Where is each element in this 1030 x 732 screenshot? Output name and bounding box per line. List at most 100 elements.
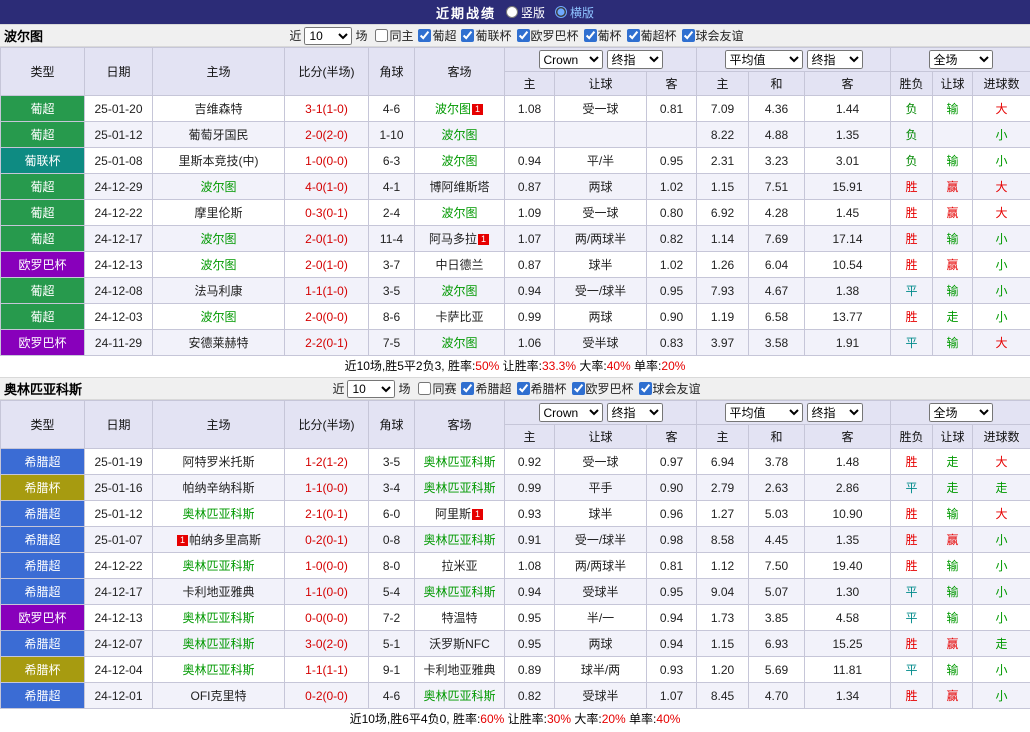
same-filter[interactable]: 同主 — [370, 27, 413, 44]
avg-draw: 4.36 — [749, 96, 805, 122]
league-filter[interactable]: 希腊超 — [456, 380, 511, 397]
match-date: 25-01-12 — [85, 501, 153, 527]
league-filter[interactable]: 葡超杯 — [622, 27, 677, 44]
same-checkbox[interactable] — [418, 382, 431, 395]
match-type: 希腊超 — [1, 527, 85, 553]
match-row: 希腊超24-12-17卡利地亚雅典1-1(0-0)5-4奥林匹亚科斯0.94受球… — [1, 579, 1030, 605]
average-group-header: 平均值终指 — [697, 48, 891, 72]
top-bar: 近期战绩 竖版 横版 — [0, 0, 1030, 24]
league-filter[interactable]: 希腊杯 — [512, 380, 567, 397]
col-avg-draw: 和 — [749, 425, 805, 449]
final-odds-select[interactable]: 终指 — [607, 50, 663, 69]
away-team-cell: 博阿维斯塔 — [415, 174, 505, 200]
handicap-result-cell — [933, 122, 973, 148]
summary-stat-value: 33.3% — [542, 359, 576, 373]
result-cell: 胜 — [891, 304, 933, 330]
league-checkbox[interactable] — [572, 382, 585, 395]
home-team-cell: 1帕纳多里高斯 — [153, 527, 285, 553]
handicap-result-cell: 输 — [933, 96, 973, 122]
away-team-cell: 卡萨比亚 — [415, 304, 505, 330]
layout-vertical-option[interactable]: 竖版 — [506, 4, 545, 21]
team-label: 奥林匹亚科斯 — [182, 507, 254, 521]
away-team-cell: 波尔图 — [415, 330, 505, 356]
final-odds-select-2[interactable]: 终指 — [807, 50, 863, 69]
result-cell: 负 — [891, 148, 933, 174]
bookmaker-select[interactable]: Crown — [539, 403, 603, 422]
league-checkbox[interactable] — [627, 29, 640, 42]
league-filter[interactable]: 欧罗巴杯 — [567, 380, 634, 397]
odds-handicap: 半/一 — [555, 605, 647, 631]
avg-away: 4.58 — [805, 605, 891, 631]
layout-horizontal-option[interactable]: 横版 — [555, 4, 594, 21]
recent-count-select[interactable]: 10 — [304, 27, 352, 45]
team-name: 波尔图 — [4, 26, 43, 45]
league-filter[interactable]: 葡联杯 — [456, 27, 511, 44]
away-team-cell: 奥林匹亚科斯 — [415, 579, 505, 605]
average-select[interactable]: 平均值 — [725, 50, 803, 69]
odds-group-header: Crown终指 — [505, 48, 697, 72]
league-checkbox[interactable] — [517, 29, 530, 42]
goals-result-cell: 大 — [973, 200, 1030, 226]
avg-away: 1.91 — [805, 330, 891, 356]
fulltime-group-header: 全场 — [891, 401, 1030, 425]
result-cell: 平 — [891, 278, 933, 304]
col-odds-home: 主 — [505, 72, 555, 96]
odds-away: 0.90 — [647, 475, 697, 501]
layout-vertical-radio[interactable] — [506, 6, 518, 18]
league-checkbox[interactable] — [517, 382, 530, 395]
match-score: 0-0(0-0) — [285, 605, 369, 631]
result-cell: 平 — [891, 657, 933, 683]
fulltime-select[interactable]: 全场 — [929, 50, 993, 69]
team-section-olympiacos: 奥林匹亚科斯 近 10 场 同赛 希腊超希腊杯欧罗巴杯球会友谊 类型 日期 主场… — [0, 377, 1030, 730]
odds-home: 0.91 — [505, 527, 555, 553]
league-filters: 葡超葡联杯欧罗巴杯葡杯葡超杯球会友谊 — [413, 27, 743, 45]
league-checkbox[interactable] — [584, 29, 597, 42]
match-row: 葡超24-12-29波尔图4-0(1-0)4-1博阿维斯塔0.87两球1.021… — [1, 174, 1030, 200]
average-select[interactable]: 平均值 — [725, 403, 803, 422]
corner-score: 9-1 — [369, 657, 415, 683]
layout-horizontal-radio[interactable] — [555, 6, 567, 18]
team-label: 奥林匹亚科斯 — [423, 689, 495, 703]
final-odds-select[interactable]: 终指 — [607, 403, 663, 422]
team-label: 拉米亚 — [441, 559, 477, 573]
bookmaker-select[interactable]: Crown — [539, 50, 603, 69]
league-checkbox[interactable] — [461, 29, 474, 42]
summary-stat-value: 20% — [602, 712, 626, 726]
recent-count-select[interactable]: 10 — [347, 380, 395, 398]
league-filter[interactable]: 欧罗巴杯 — [512, 27, 579, 44]
league-filter[interactable]: 球会友谊 — [634, 380, 701, 397]
league-checkbox[interactable] — [418, 29, 431, 42]
handicap-result-cell: 赢 — [933, 200, 973, 226]
home-team-cell: 奥林匹亚科斯 — [153, 605, 285, 631]
col-odds-handicap: 让球 — [555, 72, 647, 96]
matches-table: 类型 日期 主场 比分(半场) 角球 客场 Crown终指 平均值终指 全场 主… — [0, 47, 1030, 356]
away-team-cell: 特温特 — [415, 605, 505, 631]
final-odds-select-2[interactable]: 终指 — [807, 403, 863, 422]
summary-stat-label: 单率: — [631, 359, 662, 373]
odds-away — [647, 122, 697, 148]
odds-handicap: 两球 — [555, 174, 647, 200]
league-checkbox[interactable] — [639, 382, 652, 395]
league-filter[interactable]: 球会友谊 — [677, 27, 744, 44]
league-checkbox[interactable] — [461, 382, 474, 395]
league-filter[interactable]: 葡杯 — [579, 27, 622, 44]
same-checkbox[interactable] — [375, 29, 388, 42]
corner-score: 6-0 — [369, 501, 415, 527]
fulltime-select[interactable]: 全场 — [929, 403, 993, 422]
odds-home: 0.99 — [505, 475, 555, 501]
result-cell: 平 — [891, 605, 933, 631]
avg-home: 6.92 — [697, 200, 749, 226]
odds-handicap: 两球 — [555, 631, 647, 657]
goals-result-cell: 小 — [973, 683, 1030, 709]
league-checkbox[interactable] — [682, 29, 695, 42]
match-score: 1-1(0-0) — [285, 579, 369, 605]
same-filter[interactable]: 同赛 — [413, 380, 456, 397]
away-team-cell: 波尔图 — [415, 148, 505, 174]
match-row: 葡超24-12-22摩里伦斯0-3(0-1)2-4波尔图1.09受一球0.806… — [1, 200, 1030, 226]
corner-score: 2-4 — [369, 200, 415, 226]
team-label: 奥林匹亚科斯 — [423, 585, 495, 599]
league-filter[interactable]: 葡超 — [413, 27, 456, 44]
away-team-cell: 波尔图1 — [415, 96, 505, 122]
away-team-cell: 拉米亚 — [415, 553, 505, 579]
corner-score: 6-3 — [369, 148, 415, 174]
